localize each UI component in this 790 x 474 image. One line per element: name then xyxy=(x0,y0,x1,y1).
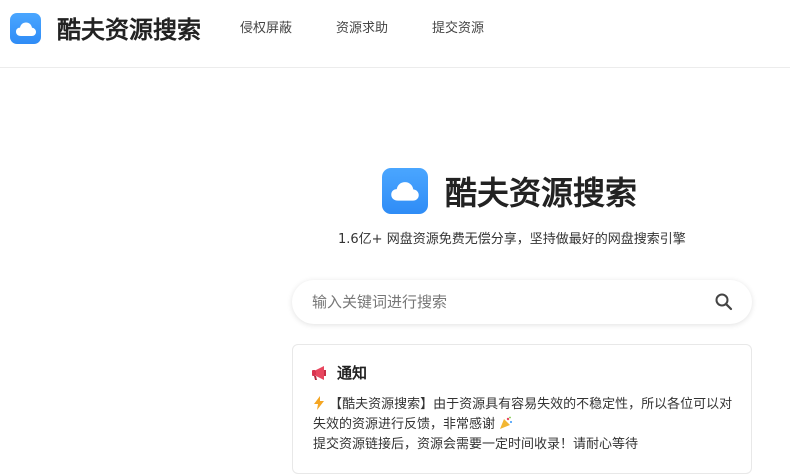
search-bar xyxy=(292,280,752,324)
party-popper-icon xyxy=(500,416,513,429)
lightning-icon xyxy=(314,396,324,410)
search-input[interactable] xyxy=(312,280,712,324)
search-icon xyxy=(715,293,733,311)
tagline: 1.6亿+ 网盘资源免费无偿分享，坚持做最好的网盘搜索引擎 xyxy=(338,232,686,247)
nav-infringement-block[interactable]: 侵权屏蔽 xyxy=(240,19,292,39)
cloud-icon xyxy=(15,22,36,36)
notice-line-2: 提交资源链接后，资源会需要一定时间收录！请耐心等待 xyxy=(313,437,639,452)
site-header: 酷夫资源搜索 侵权屏蔽 资源求助 提交资源 xyxy=(0,0,790,68)
notice-line-1: 【酷夫资源搜索】由于资源具有容易失效的不稳定性，所以各位可以对失效的资源进行反馈… xyxy=(313,395,741,435)
notice-body: 【酷夫资源搜索】由于资源具有容易失效的不稳定性，所以各位可以对失效的资源进行反馈… xyxy=(313,395,741,455)
cloud-icon xyxy=(391,182,419,201)
notice-card: 通知 【酷夫资源搜索】由于资源具有容易失效的不稳定性，所以各位可以对失效的资源进… xyxy=(292,344,752,474)
nav-submit-resource[interactable]: 提交资源 xyxy=(432,19,484,39)
notice-text-1: 【酷夫资源搜索】由于资源具有容易失效的不稳定性，所以各位可以对失效的资源进行反馈… xyxy=(313,397,733,432)
hero-title: 酷夫资源搜索 xyxy=(445,174,638,212)
nav-resource-request[interactable]: 资源求助 xyxy=(336,19,388,39)
hero-logo xyxy=(382,168,428,214)
search-button[interactable] xyxy=(714,292,734,312)
site-name[interactable]: 酷夫资源搜索 xyxy=(57,12,201,48)
notice-header: 通知 xyxy=(311,363,367,383)
notice-title: 通知 xyxy=(337,364,368,382)
megaphone-icon xyxy=(312,366,326,380)
site-logo[interactable] xyxy=(10,13,41,44)
